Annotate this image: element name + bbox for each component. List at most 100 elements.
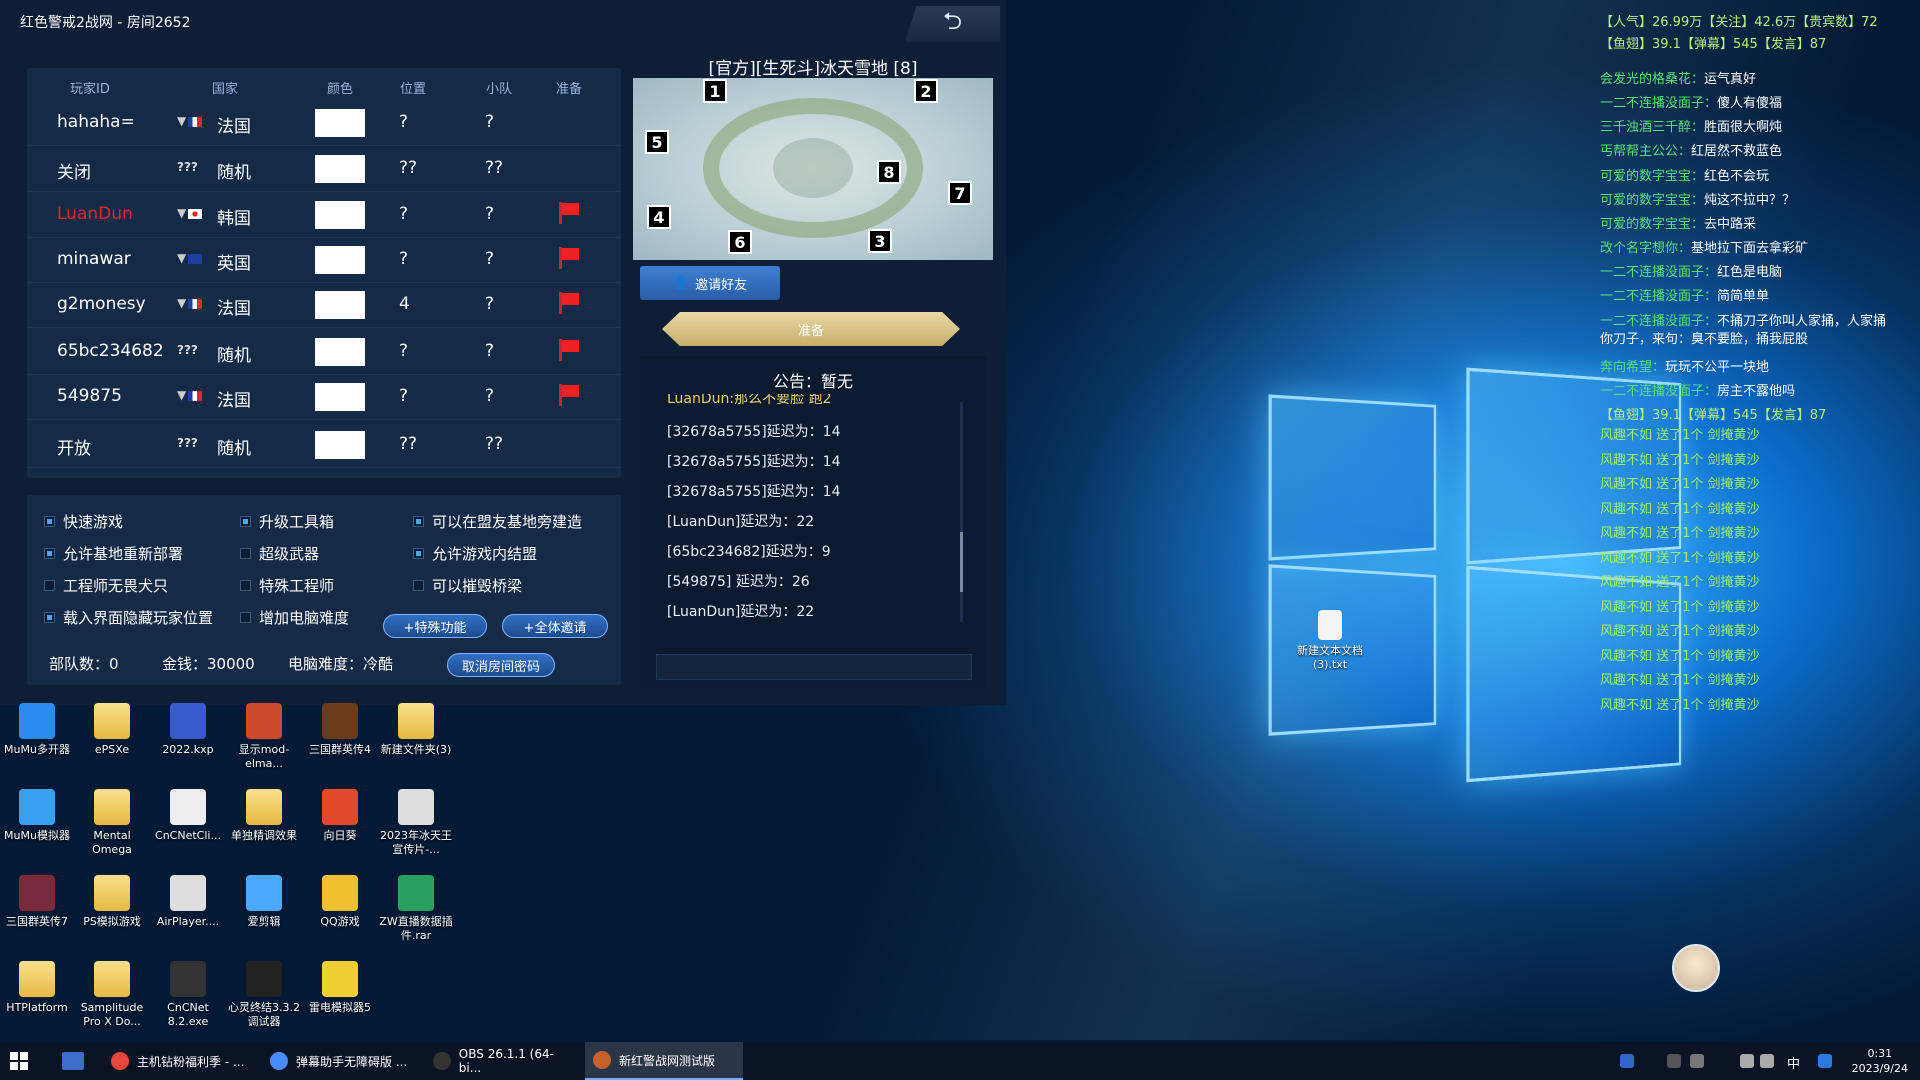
color-swatch[interactable] — [315, 291, 365, 319]
desktop-icon[interactable]: 单独精调效果 — [227, 789, 301, 843]
desktop-icon[interactable]: 新建文件夹(3) — [379, 703, 453, 757]
country-label[interactable]: 法国 — [217, 112, 251, 137]
team-value[interactable]: ? — [485, 386, 494, 406]
map-spot-8[interactable]: 8 — [877, 160, 901, 184]
color-swatch[interactable] — [315, 338, 365, 366]
player-row[interactable]: 65bc234682??? 随机?? — [27, 329, 621, 375]
option-6[interactable]: 允许游戏内结盟 — [413, 543, 537, 564]
option-5[interactable]: 超级武器 — [240, 543, 319, 564]
desktop-icon[interactable]: PS模拟游戏 — [75, 875, 149, 929]
clock[interactable]: 0:31 2023/9/24 — [1852, 1046, 1908, 1076]
position-value[interactable]: ?? — [399, 158, 417, 178]
ai-difficulty[interactable]: 电脑难度：冷酷 — [288, 653, 393, 674]
taskbar-item[interactable]: 主机钻粉福利季 - ... — [103, 1042, 253, 1080]
color-swatch[interactable] — [315, 109, 365, 137]
taskbar-item[interactable]: 弹幕助手无障碍版 ... — [262, 1042, 412, 1080]
position-value[interactable]: ? — [399, 204, 408, 224]
country-label[interactable]: 随机 — [217, 434, 251, 459]
position-value[interactable]: 4 — [399, 294, 410, 314]
checkbox[interactable] — [240, 612, 251, 623]
ready-button[interactable]: 准备 — [662, 312, 960, 346]
pinned-app[interactable] — [62, 1052, 84, 1070]
checkbox[interactable] — [44, 580, 55, 591]
desktop-icon[interactable]: 2023年冰天王宣传片-... — [379, 789, 453, 857]
option-11[interactable]: 增加电脑难度 — [240, 607, 349, 628]
taskbar-item[interactable]: OBS 26.1.1 (64-bi... — [425, 1042, 575, 1080]
desktop-icon[interactable]: ePSXe — [75, 703, 149, 757]
checkbox[interactable] — [413, 580, 424, 591]
desktop-icon[interactable]: 显示mod-elma... — [227, 703, 301, 771]
desktop-file-text[interactable]: 新建文本文档(3).txt — [1292, 610, 1368, 672]
desktop-icon[interactable]: MuMu模拟器 — [0, 789, 74, 843]
map-spot-5[interactable]: 5 — [645, 130, 669, 154]
team-value[interactable]: ? — [485, 204, 494, 224]
player-row[interactable]: g2monesy ▼ 法国 4? — [27, 282, 621, 328]
player-row[interactable]: minawar ▼ 英国?? — [27, 237, 621, 283]
color-swatch[interactable] — [315, 383, 365, 411]
option-4[interactable]: 允许基地重新部署 — [44, 543, 183, 564]
tray-app-icon-2[interactable] — [1690, 1054, 1704, 1068]
color-swatch[interactable] — [315, 431, 365, 459]
map-spot-1[interactable]: 1 — [703, 79, 727, 103]
country-label[interactable]: 随机 — [217, 158, 251, 183]
country-label[interactable]: 随机 — [217, 341, 251, 366]
map-spot-6[interactable]: 6 — [728, 230, 752, 254]
checkbox[interactable] — [413, 516, 424, 527]
desktop-icon[interactable]: QQ游戏 — [303, 875, 377, 929]
option-3[interactable]: 可以在盟友基地旁建造 — [413, 511, 582, 532]
player-row[interactable]: LuanDun ▼ 韩国?? — [27, 192, 621, 238]
desktop-icon[interactable]: CnCNet 8.2.exe — [151, 961, 225, 1029]
volume-icon[interactable] — [1760, 1054, 1774, 1068]
player-row[interactable]: hahaha= ▼ 法国?? — [27, 100, 621, 146]
checkbox[interactable] — [44, 548, 55, 559]
color-swatch[interactable] — [315, 155, 365, 183]
invite-all-button[interactable]: +全体邀请 — [502, 614, 608, 638]
chat-input[interactable] — [656, 654, 972, 680]
position-value[interactable]: ? — [399, 249, 408, 269]
country-label[interactable]: 法国 — [217, 386, 251, 411]
desktop-icon[interactable]: Mental Omega — [75, 789, 149, 857]
option-9[interactable]: 可以摧毁桥梁 — [413, 575, 522, 596]
option-7[interactable]: 工程师无畏犬只 — [44, 575, 168, 596]
option-2[interactable]: 升级工具箱 — [240, 511, 334, 532]
special-features-button[interactable]: +特殊功能 — [383, 614, 487, 638]
team-value[interactable]: ? — [485, 294, 494, 314]
minimap[interactable] — [633, 78, 993, 260]
invite-friends-button[interactable]: 👤 邀请好友 — [640, 266, 780, 300]
country-label[interactable]: 法国 — [217, 294, 251, 319]
desktop-icon[interactable]: Samplitude Pro X Do... — [75, 961, 149, 1029]
team-value[interactable]: ? — [485, 112, 494, 132]
player-row[interactable]: 549875 ▼ 法国?? — [27, 374, 621, 420]
country-label[interactable]: 韩国 — [217, 204, 251, 229]
player-row[interactable]: 开放??? 随机???? — [27, 422, 621, 468]
start-button[interactable] — [10, 1052, 28, 1070]
back-button[interactable]: ⮌ — [905, 6, 1000, 42]
notification-icon[interactable] — [1818, 1054, 1832, 1068]
map-spot-4[interactable]: 4 — [647, 205, 671, 229]
option-10[interactable]: 载入界面隐藏玩家位置 — [44, 607, 213, 628]
player-row[interactable]: 关闭??? 随机???? — [27, 146, 621, 192]
desktop-icon[interactable]: 向日葵 — [303, 789, 377, 843]
taskbar-item[interactable]: 新红警战网测试版 — [585, 1042, 743, 1080]
desktop-icon[interactable]: 爱剪辑 — [227, 875, 301, 929]
desktop-icon[interactable]: 三国群英传7 — [0, 875, 74, 929]
checkbox[interactable] — [240, 548, 251, 559]
checkbox[interactable] — [413, 548, 424, 559]
position-value[interactable]: ? — [399, 341, 408, 361]
country-label[interactable]: 英国 — [217, 249, 251, 274]
map-spot-3[interactable]: 3 — [868, 229, 892, 253]
checkbox[interactable] — [240, 580, 251, 591]
scroll-thumb[interactable] — [960, 532, 963, 592]
desktop-icon[interactable]: 2022.kxp — [151, 703, 225, 757]
team-value[interactable]: ? — [485, 341, 494, 361]
ime-indicator[interactable]: 中 — [1787, 1053, 1800, 1072]
desktop-icon[interactable]: MuMu多开器 — [0, 703, 74, 757]
map-spot-7[interactable]: 7 — [948, 181, 972, 205]
checkbox[interactable] — [44, 516, 55, 527]
position-value[interactable]: ? — [399, 386, 408, 406]
desktop-icon[interactable]: ZW直播数据插件.rar — [379, 875, 453, 943]
position-value[interactable]: ? — [399, 112, 408, 132]
desktop-icon[interactable]: 心灵终结3.3.2调试器 — [227, 961, 301, 1029]
cancel-password-button[interactable]: 取消房间密码 — [447, 653, 555, 677]
desktop-icon[interactable]: 雷电模拟器5 — [303, 961, 377, 1015]
